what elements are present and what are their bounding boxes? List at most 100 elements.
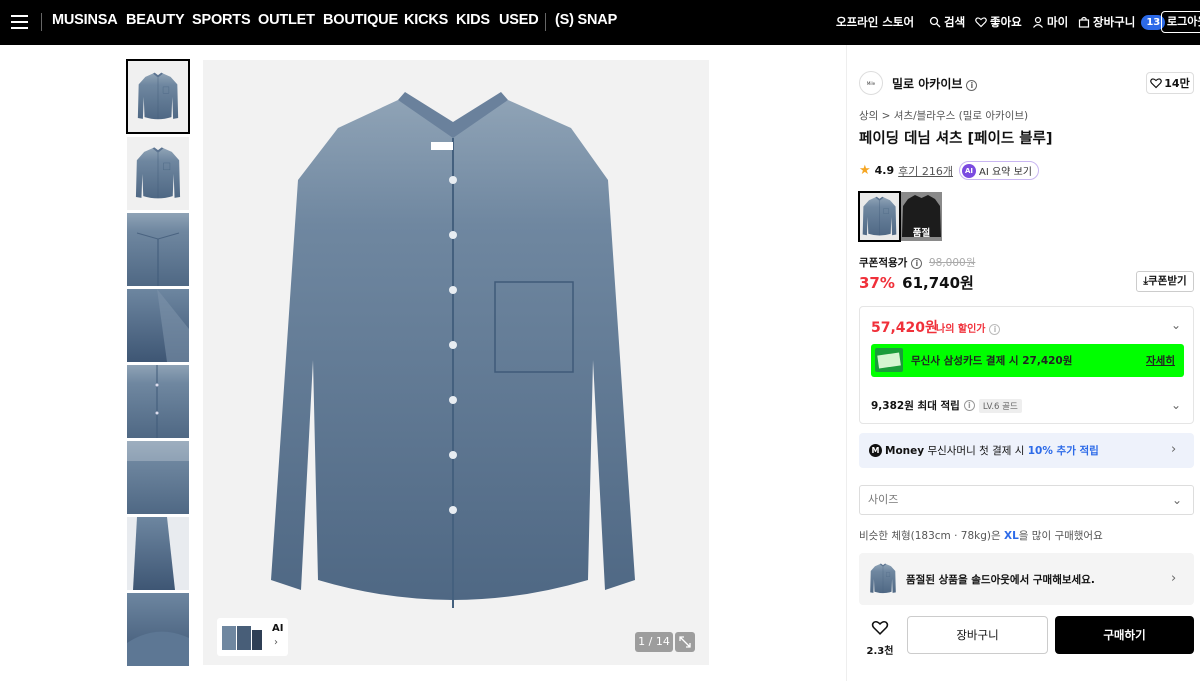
buy-now-button[interactable]: 구매하기	[1055, 616, 1194, 654]
nav-snap[interactable]: (S) SNAP	[555, 12, 617, 28]
discount-rate: 37%	[859, 274, 895, 292]
coupon-price-row: 쿠폰적용가 i 98,000원	[859, 255, 975, 270]
recommended-size: XL	[1004, 530, 1019, 542]
nav-sports[interactable]: SPORTS	[192, 12, 251, 28]
soldout-banner[interactable]: 품절된 상품을 솔드아웃에서 구매해보세요. ›	[859, 553, 1194, 605]
like-count: 2.3천	[866, 646, 894, 657]
color-swatch-fade-blue[interactable]	[858, 191, 901, 242]
thumbnail-1[interactable]	[126, 59, 190, 134]
size-select[interactable]: 사이즈 ⌄	[859, 485, 1194, 515]
size-hint-suffix: 을 많이 구매했어요	[1018, 530, 1103, 542]
likes-link[interactable]: 좋아요	[975, 14, 1022, 30]
my-discount-label: 나의 할인가 i	[936, 320, 1001, 335]
heart-icon	[871, 620, 889, 635]
heart-icon	[975, 17, 987, 28]
ai-outfit-thumbnail	[222, 626, 262, 650]
brand-name-text: 밀로 아카이브	[892, 77, 963, 91]
chevron-down-icon: ⌄	[1172, 493, 1183, 507]
rating-row: ★ 4.9 후기 216개 AI AI 요약 보기	[859, 161, 1039, 180]
thumbnail-2[interactable]	[127, 137, 189, 210]
my-label: 마이	[1047, 15, 1069, 29]
reviews-link[interactable]: 후기 216개	[898, 163, 953, 179]
top-nav: MUSINSA BEAUTY SPORTS OUTLET BOUTIQUE KI…	[0, 0, 1200, 45]
original-price: 98,000원	[928, 257, 976, 269]
info-icon[interactable]: i	[989, 324, 1001, 335]
chevron-right-icon: ›	[1171, 442, 1177, 457]
card-offer-text: 무신사 삼성카드 결제 시 27,420원	[911, 355, 1073, 367]
card-detail-link[interactable]: 자세히	[1146, 353, 1175, 368]
nav-outlet[interactable]: OUTLET	[258, 12, 315, 28]
soldout-product-thumbnail	[870, 563, 896, 594]
logout-button[interactable]: 로그아웃	[1161, 11, 1200, 33]
points-row: 9,382원 최대 적립 i LV.6 골드	[871, 398, 1022, 413]
nav-kids[interactable]: KIDS	[456, 12, 490, 28]
cart-link[interactable]: 장바구니 13	[1078, 14, 1166, 30]
nav-kicks[interactable]: KICKS	[404, 12, 448, 28]
rating-score: 4.9	[874, 164, 895, 177]
thumbnail-8[interactable]	[127, 593, 189, 666]
offline-store-link[interactable]: 오프라인 스토어	[836, 14, 914, 30]
product-info-panel: Mile Archive 밀로 아카이브i 14만 상의 > 셔츠/블라우스 (…	[846, 45, 1200, 681]
thumbnail-5[interactable]	[127, 365, 189, 438]
card-image	[875, 348, 903, 372]
nav-divider	[41, 13, 42, 31]
ai-summary-button[interactable]: AI AI 요약 보기	[959, 161, 1039, 180]
coupon-button-label: 쿠폰받기	[1148, 275, 1187, 287]
like-button[interactable]: 2.3천	[863, 619, 897, 657]
size-hint-prefix: 비슷한 체형(183cm · 78kg)은	[859, 530, 1001, 542]
color-swatch-black[interactable]: 품절	[901, 192, 942, 241]
coupon-download-button[interactable]: ⤓쿠폰받기	[1136, 271, 1194, 292]
ai-summary-label: AI 요약 보기	[979, 167, 1032, 178]
thumbnail-3[interactable]	[127, 213, 189, 286]
add-to-cart-button[interactable]: 장바구니	[907, 616, 1048, 654]
level-badge: LV.6 골드	[978, 398, 1022, 413]
thumbnail-6[interactable]	[127, 441, 189, 514]
image-counter: 1 / 14	[635, 632, 673, 652]
price-row: 37% 61,740원	[859, 272, 974, 293]
ai-icon: AI	[962, 163, 977, 178]
money-brand: Money	[885, 445, 925, 457]
main-product-image[interactable]: AI › 1 / 14	[203, 60, 709, 665]
star-icon: ★	[859, 163, 871, 178]
info-icon[interactable]: i	[966, 80, 978, 91]
search-label: 검색	[944, 15, 966, 29]
offline-store-label: 오프라인 스토어	[836, 15, 915, 29]
nav-beauty[interactable]: BEAUTY	[126, 12, 185, 28]
search-link[interactable]: 검색	[929, 14, 965, 30]
points-text: 9,382원 최대 적립	[871, 400, 960, 412]
user-icon	[1033, 16, 1043, 28]
brand-name[interactable]: 밀로 아카이브 i	[892, 75, 978, 92]
chevron-down-icon[interactable]: ⌄	[1171, 318, 1181, 332]
size-recommendation: 비슷한 체형(183cm · 78kg)은 XL을 많이 구매했어요	[859, 528, 1103, 543]
money-highlight: 10% 추가 적립	[1027, 445, 1099, 457]
nav-used[interactable]: USED	[499, 12, 539, 28]
brand-like-button[interactable]: 14만	[1146, 72, 1194, 94]
thumbnail-7[interactable]	[127, 517, 189, 590]
info-icon[interactable]: i	[911, 258, 923, 269]
benefit-box: 57,420원 나의 할인가 i ⌄ 무신사 삼성카드 결제 시 27,420원 …	[859, 306, 1194, 424]
search-icon	[929, 16, 941, 28]
chevron-down-icon[interactable]: ⌄	[1171, 398, 1181, 412]
nav-musinsa[interactable]: MUSINSA	[52, 12, 118, 28]
chevron-right-icon: ›	[1171, 571, 1177, 586]
coupon-price-label: 쿠폰적용가	[859, 257, 908, 269]
product-title: 페이딩 데님 셔츠 [페이드 블루]	[859, 131, 1053, 147]
info-icon[interactable]: i	[963, 400, 975, 411]
my-discount-label-text: 나의 할인가	[936, 324, 986, 335]
likes-label: 좋아요	[990, 15, 1022, 29]
breadcrumb[interactable]: 상의 > 셔츠/블라우스 (밀로 아카이브)	[859, 108, 1028, 123]
my-discount-price: 57,420원	[871, 320, 938, 336]
brand-logo[interactable]: Mile Archive	[859, 71, 883, 95]
musinsa-money-banner[interactable]: M Money 무신사머니 첫 결제 시 10% 추가 적립 ›	[859, 433, 1194, 468]
my-link[interactable]: 마이	[1032, 14, 1068, 30]
brand-like-count: 14만	[1164, 77, 1190, 90]
chevron-right-icon: ›	[274, 637, 278, 648]
nav-divider	[545, 13, 546, 31]
bag-icon	[1078, 16, 1090, 28]
ai-style-button[interactable]: AI ›	[217, 618, 288, 656]
hamburger-icon[interactable]	[11, 15, 28, 29]
nav-boutique[interactable]: BOUTIQUE	[323, 12, 398, 28]
expand-icon[interactable]	[675, 632, 695, 652]
thumbnail-4[interactable]	[127, 289, 189, 362]
card-offer-banner[interactable]: 무신사 삼성카드 결제 시 27,420원 자세히	[871, 344, 1184, 377]
